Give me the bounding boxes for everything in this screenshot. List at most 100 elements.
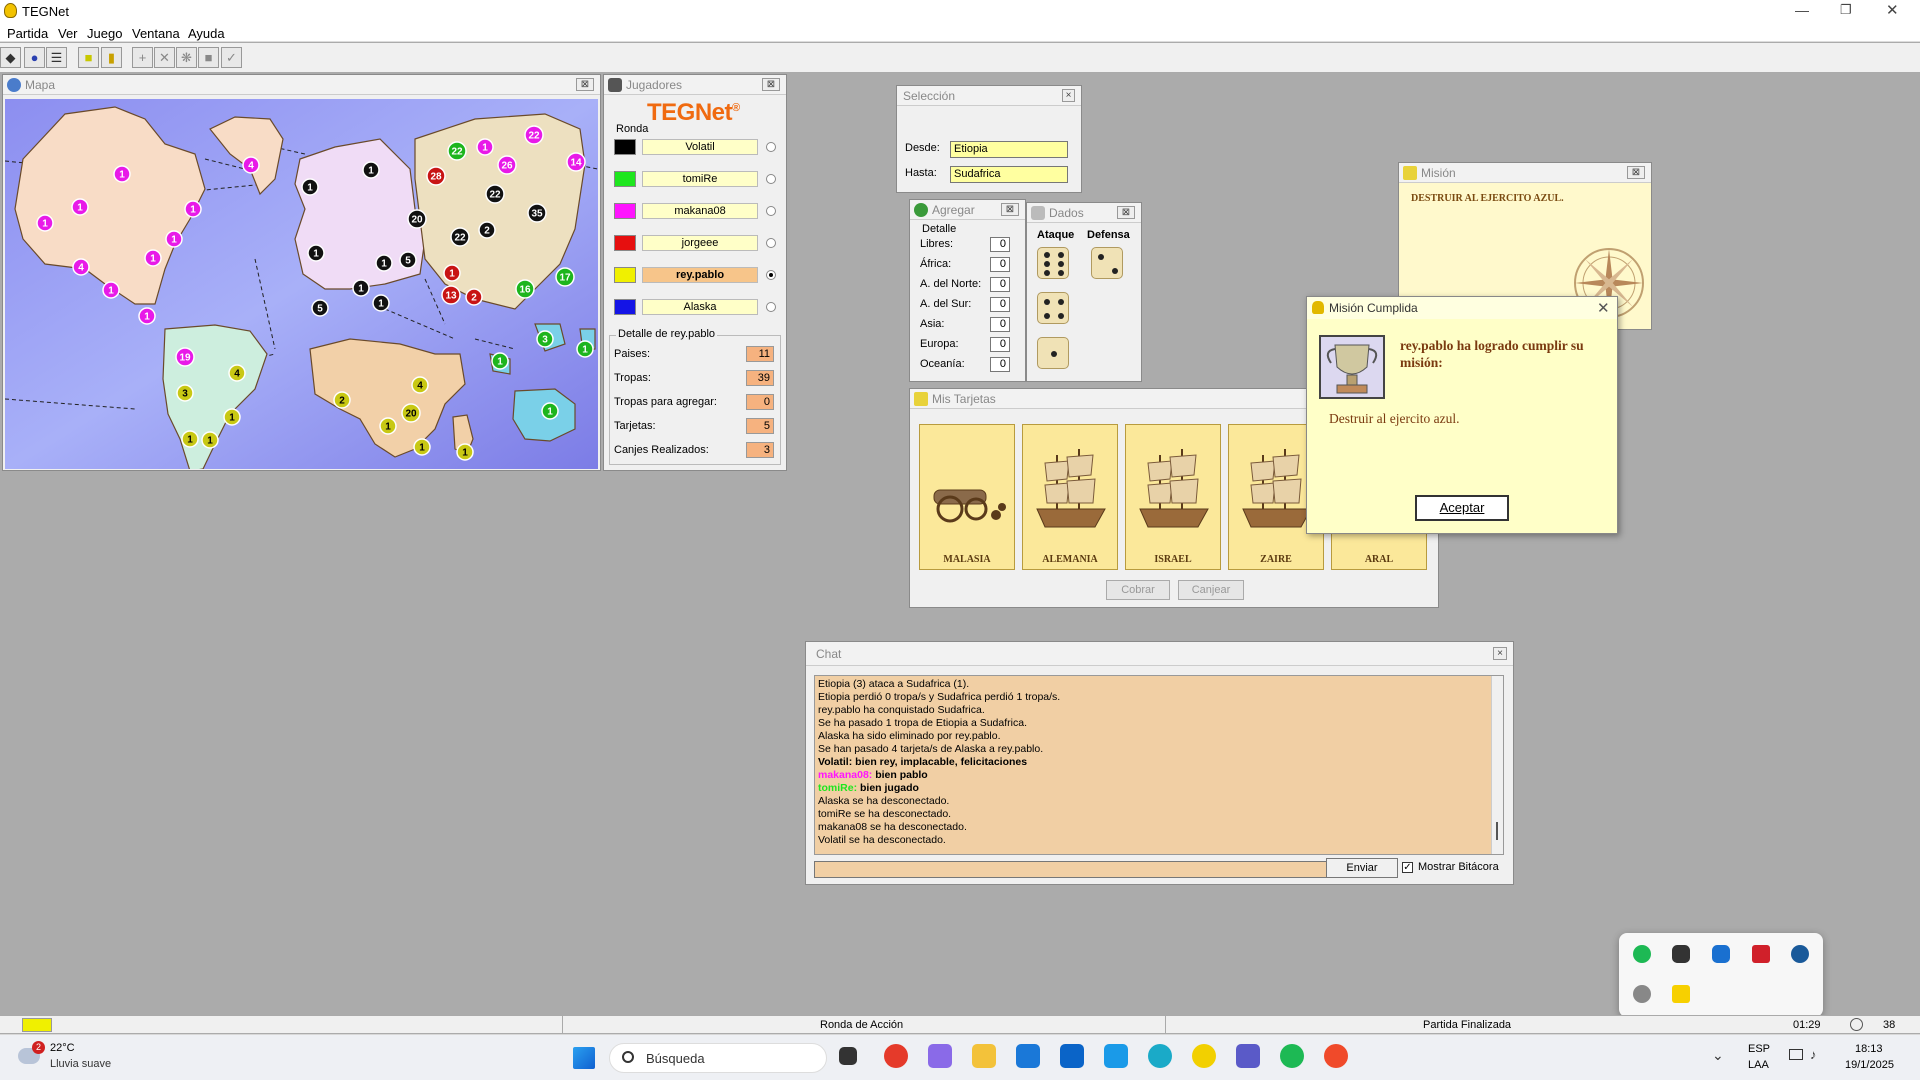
add-row-value[interactable]: 0 bbox=[990, 237, 1010, 252]
army-marker[interactable]: 1 bbox=[476, 138, 494, 156]
player-turn-radio[interactable] bbox=[766, 238, 776, 248]
army-marker[interactable]: 1 bbox=[372, 294, 390, 312]
army-marker[interactable]: 20 bbox=[401, 403, 421, 423]
dice-close-button[interactable]: ⊠ bbox=[1117, 206, 1135, 219]
army-marker[interactable]: 1 bbox=[71, 198, 89, 216]
list-icon[interactable]: ☰ bbox=[46, 47, 67, 68]
army-marker[interactable]: 1 bbox=[456, 443, 474, 461]
spotify-icon[interactable] bbox=[1633, 945, 1651, 963]
tegnet-taskbar-icon[interactable] bbox=[1192, 1044, 1216, 1068]
send-button[interactable]: Enviar bbox=[1326, 858, 1398, 878]
add-row-value[interactable]: 0 bbox=[990, 297, 1010, 312]
edge-icon[interactable] bbox=[1148, 1044, 1172, 1068]
task-view-icon[interactable] bbox=[839, 1047, 857, 1065]
army-marker[interactable]: 1 bbox=[491, 352, 509, 370]
army-marker[interactable]: 4 bbox=[411, 376, 429, 394]
menu-partida[interactable]: Partida bbox=[7, 26, 48, 41]
army-marker[interactable]: 2 bbox=[478, 221, 496, 239]
spotify-taskbar-icon[interactable] bbox=[1280, 1044, 1304, 1068]
chrome-icon[interactable] bbox=[884, 1044, 908, 1068]
menu-ver[interactable]: Ver bbox=[58, 26, 78, 41]
clock-time[interactable]: 18:13 bbox=[1855, 1043, 1883, 1055]
selection-window-titlebar[interactable]: Selección × bbox=[897, 86, 1081, 106]
add-row-value[interactable]: 0 bbox=[990, 277, 1010, 292]
army-marker[interactable]: 5 bbox=[311, 299, 329, 317]
cards-icon[interactable]: ▮ bbox=[101, 47, 122, 68]
card-request-icon[interactable]: ■ bbox=[198, 47, 219, 68]
card[interactable]: ALEMANIA bbox=[1022, 424, 1118, 570]
chat-log[interactable]: Etiopia (3) ataca a Sudafrica (1). Etiopi… bbox=[814, 675, 1504, 855]
player-turn-radio[interactable] bbox=[766, 174, 776, 184]
army-marker[interactable]: 28 bbox=[426, 166, 446, 186]
add-close-button[interactable]: ⊠ bbox=[1001, 203, 1019, 216]
connect-icon[interactable]: ◆ bbox=[0, 47, 21, 68]
army-marker[interactable]: 1 bbox=[307, 244, 325, 262]
minimize-button[interactable]: — bbox=[1795, 2, 1809, 18]
from-field[interactable]: Etiopia bbox=[950, 141, 1068, 158]
mission-window-titlebar[interactable]: Misión ⊠ bbox=[1399, 163, 1651, 183]
player-turn-radio[interactable] bbox=[766, 302, 776, 312]
menu-juego[interactable]: Juego bbox=[87, 26, 122, 41]
dialog-close-button[interactable]: ✕ bbox=[1597, 299, 1610, 317]
army-marker[interactable]: 1 bbox=[113, 165, 131, 183]
chat-scroll-thumb[interactable] bbox=[1496, 822, 1498, 840]
army-marker[interactable]: 1 bbox=[576, 340, 594, 358]
army-marker[interactable]: 13 bbox=[441, 285, 461, 305]
mission-close-button[interactable]: ⊠ bbox=[1627, 166, 1645, 179]
army-marker[interactable]: 5 bbox=[399, 251, 417, 269]
store-icon[interactable] bbox=[1016, 1044, 1040, 1068]
army-marker[interactable]: 22 bbox=[447, 141, 467, 161]
army-marker[interactable]: 4 bbox=[242, 156, 260, 174]
outlook-icon[interactable] bbox=[1060, 1044, 1084, 1068]
army-marker[interactable]: 1 bbox=[184, 200, 202, 218]
add-row-value[interactable]: 0 bbox=[990, 357, 1010, 372]
army-marker[interactable]: 1 bbox=[138, 307, 156, 325]
exchange-button[interactable]: Canjear bbox=[1178, 580, 1244, 600]
selection-close-button[interactable]: × bbox=[1062, 89, 1075, 102]
card[interactable]: MALASIA bbox=[919, 424, 1015, 570]
ea-icon[interactable] bbox=[1324, 1044, 1348, 1068]
army-marker[interactable]: 1 bbox=[301, 178, 319, 196]
army-marker[interactable]: 1 bbox=[362, 161, 380, 179]
show-log-checkbox[interactable]: ✓ bbox=[1402, 862, 1413, 873]
army-marker[interactable]: 1 bbox=[201, 431, 219, 449]
attack-icon[interactable]: ✕ bbox=[154, 47, 175, 68]
file-explorer-icon[interactable] bbox=[972, 1044, 996, 1068]
dialog-titlebar[interactable]: Misión Cumplida ✕ bbox=[1307, 297, 1617, 319]
player-turn-radio[interactable] bbox=[766, 270, 776, 280]
army-marker[interactable]: 16 bbox=[515, 279, 535, 299]
army-marker[interactable]: 4 bbox=[72, 258, 90, 276]
army-marker[interactable]: 1 bbox=[443, 264, 461, 282]
search-box[interactable]: Búsqueda bbox=[609, 1043, 827, 1073]
army-marker[interactable]: 2 bbox=[333, 391, 351, 409]
army-marker[interactable]: 1 bbox=[375, 254, 393, 272]
map-window-titlebar[interactable]: Mapa ⊠ bbox=[3, 75, 600, 95]
regroup-icon[interactable]: ❋ bbox=[176, 47, 197, 68]
to-field[interactable]: Sudafrica bbox=[950, 166, 1068, 183]
map-close-button[interactable]: ⊠ bbox=[576, 78, 594, 91]
mission-icon[interactable]: ■ bbox=[78, 47, 99, 68]
army-marker[interactable]: 4 bbox=[228, 364, 246, 382]
players-close-button[interactable]: ⊠ bbox=[762, 78, 780, 91]
tegnet-tray-icon[interactable] bbox=[1672, 985, 1690, 1003]
lang-1[interactable]: ESP bbox=[1748, 1043, 1770, 1055]
weather-temp[interactable]: 22°C bbox=[50, 1042, 75, 1054]
network-ball-icon[interactable] bbox=[1633, 985, 1651, 1003]
add-row-value[interactable]: 0 bbox=[990, 337, 1010, 352]
army-marker[interactable]: 1 bbox=[165, 230, 183, 248]
army-marker[interactable]: 17 bbox=[555, 267, 575, 287]
army-marker[interactable]: 35 bbox=[527, 203, 547, 223]
menu-ayuda[interactable]: Ayuda bbox=[188, 26, 225, 41]
menu-ventana[interactable]: Ventana bbox=[132, 26, 180, 41]
army-marker[interactable]: 1 bbox=[352, 279, 370, 297]
chat-window-titlebar[interactable]: Chat × bbox=[806, 642, 1513, 666]
player-turn-radio[interactable] bbox=[766, 142, 776, 152]
army-marker[interactable]: 14 bbox=[566, 152, 586, 172]
card[interactable]: ISRAEL bbox=[1125, 424, 1221, 570]
army-marker[interactable]: 1 bbox=[223, 408, 241, 426]
collect-button[interactable]: Cobrar bbox=[1106, 580, 1170, 600]
army-marker[interactable]: 1 bbox=[379, 417, 397, 435]
add-row-value[interactable]: 0 bbox=[990, 257, 1010, 272]
army-marker[interactable]: 3 bbox=[176, 384, 194, 402]
army-marker[interactable]: 3 bbox=[536, 330, 554, 348]
